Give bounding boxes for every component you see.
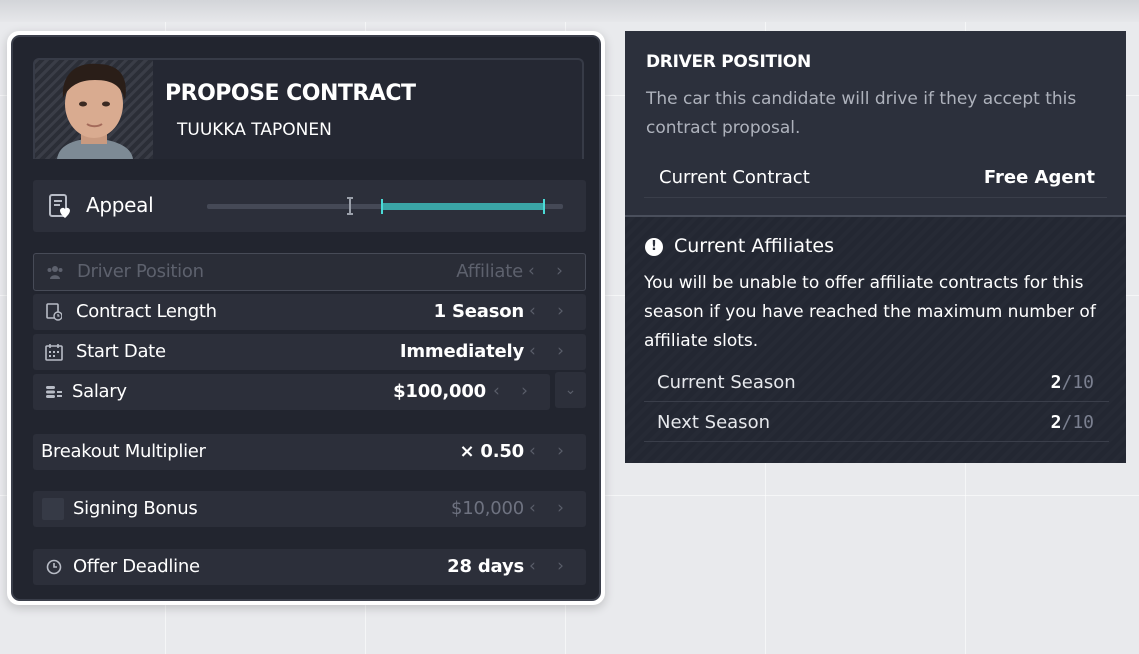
offer-deadline-value: 28 days: [447, 556, 524, 577]
next-season-max: /10: [1061, 412, 1094, 433]
driver-portrait: [35, 60, 153, 159]
driver-position-info-panel: DRIVER POSITION The car this candidate w…: [625, 31, 1126, 463]
contract-title: PROPOSE CONTRACT: [165, 81, 416, 106]
signing-bonus-label: Signing Bonus: [73, 498, 198, 519]
appeal-row: Appeal: [33, 180, 586, 232]
driver-position-arrows[interactable]: ‹ ›: [528, 261, 571, 281]
appeal-label: Appeal: [86, 193, 154, 217]
start-date-label: Start Date: [76, 341, 166, 362]
driver-position-value: Affiliate: [456, 261, 523, 282]
current-season-label: Current Season: [657, 372, 796, 393]
start-date-value: Immediately: [399, 341, 524, 362]
clock-icon: [45, 558, 63, 576]
alert-icon: !: [645, 238, 663, 256]
contract-header: PROPOSE CONTRACT TUUKKA TAPONEN: [33, 58, 584, 159]
signing-bonus-value: $10,000: [450, 498, 524, 519]
breakout-multiplier-value: × 0.50: [459, 441, 524, 462]
breakout-multiplier-label: Breakout Multiplier: [41, 441, 206, 462]
appeal-meter: [207, 197, 563, 215]
contract-length-label: Contract Length: [76, 301, 217, 322]
breakout-multiplier-row[interactable]: Breakout Multiplier × 0.50 ‹ ›: [33, 434, 586, 470]
current-contract-label: Current Contract: [659, 167, 810, 188]
current-contract-value: Free Agent: [983, 167, 1095, 188]
next-season-count: 2: [1050, 412, 1062, 433]
info-heading: DRIVER POSITION: [646, 52, 811, 72]
signing-bonus-checkbox[interactable]: [42, 498, 64, 520]
next-season-row: Next Season 2/10: [644, 404, 1109, 442]
next-season-label: Next Season: [657, 412, 770, 433]
start-date-arrows[interactable]: ‹ ›: [529, 341, 572, 361]
appeal-icon: [47, 193, 73, 219]
appeal-marker: [347, 197, 353, 215]
salary-row[interactable]: Salary $100,000 ‹ ›: [33, 374, 550, 410]
current-contract-row: Current Contract Free Agent: [644, 160, 1107, 198]
affiliates-heading: Current Affiliates: [674, 235, 835, 257]
breakout-multiplier-arrows[interactable]: ‹ ›: [529, 441, 572, 461]
current-season-row: Current Season 2/10: [644, 364, 1109, 402]
next-season-slots: 2/10: [1051, 412, 1094, 433]
offer-deadline-arrows[interactable]: ‹ ›: [529, 556, 572, 576]
contract-document-icon: [45, 303, 63, 321]
calendar-icon: [45, 343, 63, 361]
contract-length-row[interactable]: Contract Length 1 Season ‹ ›: [33, 294, 586, 330]
signing-bonus-row[interactable]: Signing Bonus $10,000 ‹ ›: [33, 491, 586, 527]
salary-value: $100,000: [393, 381, 486, 402]
driver-name: TUUKKA TAPONEN: [177, 120, 332, 140]
driver-position-label: Driver Position: [77, 261, 204, 282]
current-season-slots: 2/10: [1051, 372, 1094, 393]
affiliates-description: You will be unable to offer affiliate co…: [644, 273, 1096, 351]
propose-contract-panel: PROPOSE CONTRACT TUUKKA TAPONEN Appeal D…: [7, 31, 605, 605]
offer-deadline-row[interactable]: Offer Deadline 28 days ‹ ›: [33, 549, 586, 585]
signing-bonus-arrows[interactable]: ‹ ›: [529, 498, 572, 518]
current-season-max: /10: [1061, 372, 1094, 393]
info-description: The car this candidate will drive if the…: [646, 89, 1077, 138]
salary-arrows[interactable]: ‹ ›: [493, 381, 536, 401]
info-top-section: DRIVER POSITION The car this candidate w…: [625, 31, 1126, 217]
salary-label: Salary: [72, 381, 127, 402]
contract-panel-body: PROPOSE CONTRACT TUUKKA TAPONEN Appeal D…: [11, 35, 601, 601]
appeal-range: [381, 199, 545, 214]
offer-deadline-label: Offer Deadline: [73, 556, 200, 577]
top-band: [0, 0, 1139, 22]
driver-position-row[interactable]: Driver Position Affiliate ‹ ›: [33, 253, 586, 291]
people-icon: [46, 263, 64, 281]
coins-icon: [45, 383, 63, 401]
contract-length-value: 1 Season: [433, 301, 525, 322]
salary-dropdown-button[interactable]: ⌄: [555, 372, 586, 408]
start-date-row[interactable]: Start Date Immediately ‹ ›: [33, 334, 586, 370]
contract-length-arrows[interactable]: ‹ ›: [529, 301, 572, 321]
current-season-count: 2: [1050, 372, 1062, 393]
